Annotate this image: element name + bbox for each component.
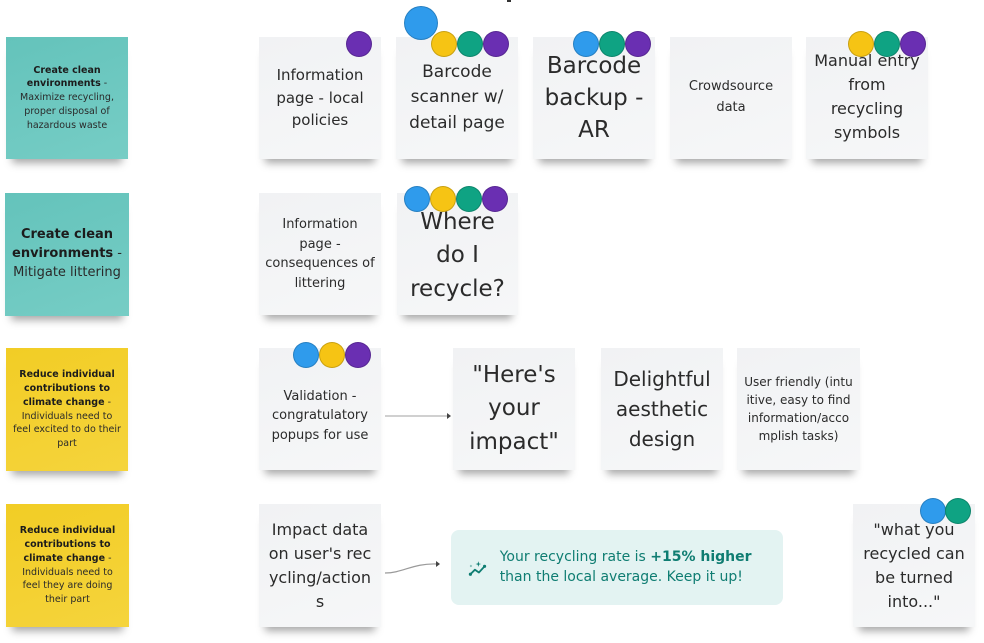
idea-note-text: Impact data on user's recycling/actions — [268, 519, 372, 611]
goal-detail: Individuals need to feel they are doing … — [22, 566, 113, 606]
vote-dot-purple[interactable] — [625, 31, 651, 57]
idea-note-text: Crowdsource data — [688, 79, 774, 115]
offscreen-text-fragment — [507, 0, 511, 2]
goal-note-text: Reduce individual contributions to clima… — [12, 524, 123, 607]
goal-note-clean-maximize-recycling[interactable]: Create clean environments - Maximize rec… — [6, 37, 128, 159]
vote-dot-green[interactable] — [456, 186, 482, 212]
vote-dot-blue[interactable] — [293, 342, 319, 368]
vote-dot-purple[interactable] — [345, 342, 371, 368]
vote-dot-purple[interactable] — [900, 31, 926, 57]
goal-separator: - — [113, 246, 122, 262]
goal-separator: - — [104, 396, 111, 408]
vote-dot-green[interactable] — [457, 31, 483, 57]
goal-title: Reduce individual contributions to clima… — [19, 525, 116, 564]
callout-text-after: than the local average. Keep it up! — [499, 568, 743, 585]
idea-note-impact-data[interactable]: Impact data on user's recycling/actions — [259, 504, 381, 627]
idea-note-text: "what you recycled can be turned into...… — [863, 519, 965, 611]
goal-note-clean-mitigate-littering[interactable]: Create clean environments - Mitigate lit… — [5, 193, 129, 316]
vote-dot-purple[interactable] — [482, 186, 508, 212]
idea-note-text: Manual entry from recycling symbols — [814, 51, 920, 142]
idea-note-info-littering[interactable]: Information page - consequences of litte… — [259, 193, 381, 315]
callout-highlight: +15% higher — [650, 548, 752, 565]
idea-note-heres-your-impact[interactable]: "Here's your impact" — [453, 348, 575, 470]
goal-separator: - — [100, 78, 108, 90]
goal-detail: Individuals need to feel excited to do t… — [13, 410, 121, 450]
vote-dot-blue[interactable] — [573, 31, 599, 57]
idea-note-user-friendly[interactable]: User friendly (intuitive, easy to find i… — [737, 348, 860, 470]
goal-detail: Mitigate littering — [13, 264, 121, 280]
idea-note-text: Validation - congratulatory popups for u… — [271, 388, 369, 443]
vote-dot-yellow[interactable] — [848, 31, 874, 57]
vote-dot-blue[interactable] — [404, 186, 430, 212]
vote-dot-blue[interactable] — [920, 498, 946, 524]
idea-note-text: Information page - consequences of litte… — [265, 217, 375, 291]
goal-note-climate-excited[interactable]: Reduce individual contributions to clima… — [6, 348, 128, 471]
impact-callout-card[interactable]: Your recycling rate is +15% higher than … — [451, 530, 783, 605]
goal-note-text: Create clean environments - Maximize rec… — [12, 64, 122, 133]
goal-note-text: Create clean environments - Mitigate lit… — [11, 226, 123, 283]
idea-note-crowdsource-data[interactable]: Crowdsource data — [670, 37, 792, 159]
idea-note-text: Barcode backup - AR — [544, 52, 644, 144]
goal-note-climate-doing-part[interactable]: Reduce individual contributions to clima… — [6, 504, 129, 627]
callout-text: Your recycling rate is +15% higher than … — [500, 548, 783, 587]
idea-note-text: "Here's your impact" — [469, 361, 559, 455]
vote-dot-green[interactable] — [599, 31, 625, 57]
goal-title: Create clean environments — [12, 227, 114, 262]
sparkle-trend-icon — [468, 560, 487, 576]
connector-arrow[interactable] — [383, 555, 443, 579]
vote-dot-green[interactable] — [874, 31, 900, 57]
connector-arrow[interactable] — [383, 408, 453, 422]
whiteboard-canvas[interactable]: Create clean environments - Maximize rec… — [0, 0, 984, 643]
goal-title: Reduce individual contributions to clima… — [19, 369, 115, 408]
goal-separator: - — [105, 552, 112, 564]
callout-text-before: Your recycling rate is — [499, 548, 651, 565]
vote-dot-purple[interactable] — [346, 31, 372, 57]
vote-dot-yellow[interactable] — [430, 186, 456, 212]
vote-dot-green[interactable] — [945, 498, 971, 524]
vote-dot-yellow[interactable] — [431, 31, 457, 57]
idea-note-text: User friendly (intuitive, easy to find i… — [744, 375, 853, 443]
goal-title: Create clean environments — [26, 64, 101, 90]
idea-note-text: Where do I recycle? — [410, 208, 505, 302]
idea-note-text: Delightful aesthetic design — [613, 367, 711, 451]
vote-dot-yellow[interactable] — [319, 342, 345, 368]
vote-dot-purple[interactable] — [483, 31, 509, 57]
goal-note-text: Reduce individual contributions to clima… — [12, 368, 122, 451]
goal-detail: Maximize recycling, proper disposal of h… — [20, 92, 114, 131]
idea-note-text: Information page - local policies — [276, 66, 364, 130]
idea-note-delightful-design[interactable]: Delightful aesthetic design — [601, 348, 723, 470]
idea-note-text: Barcode scanner w/ detail page — [409, 61, 505, 133]
